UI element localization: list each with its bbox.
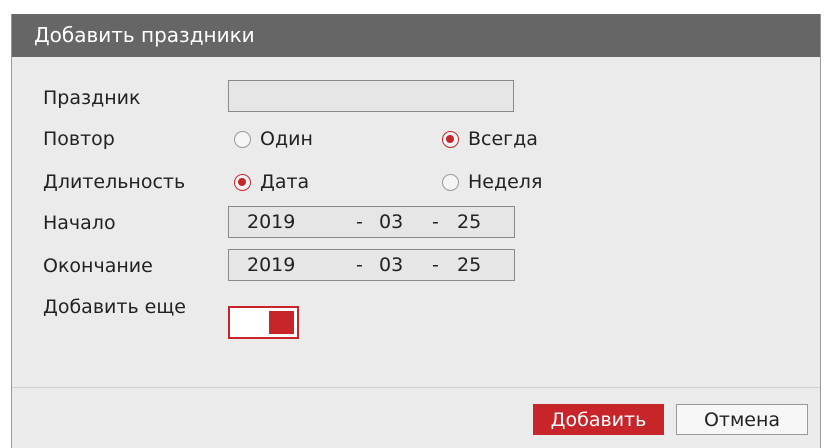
add-more-label: Добавить еще bbox=[43, 296, 186, 318]
end-year[interactable]: 2019 bbox=[247, 254, 295, 276]
cancel-button[interactable]: Отмена bbox=[676, 404, 808, 435]
end-separator-1: - bbox=[356, 254, 363, 276]
duration-date-label: Дата bbox=[260, 171, 310, 193]
repeat-always-radio[interactable]: Всегда bbox=[442, 127, 538, 151]
start-separator-1: - bbox=[356, 211, 363, 233]
dialog-title: Добавить праздники bbox=[12, 14, 820, 57]
start-day[interactable]: 25 bbox=[457, 211, 481, 233]
start-label: Начало bbox=[43, 212, 116, 234]
radio-unchecked-icon bbox=[234, 130, 251, 148]
end-day[interactable]: 25 bbox=[457, 254, 481, 276]
holiday-name-input[interactable] bbox=[228, 80, 514, 112]
start-year[interactable]: 2019 bbox=[247, 211, 295, 233]
repeat-once-label: Один bbox=[260, 128, 313, 150]
footer-divider bbox=[12, 387, 820, 388]
duration-label: Длительность bbox=[43, 171, 186, 193]
holiday-label: Праздник bbox=[43, 87, 141, 109]
add-holiday-dialog: Добавить праздники Праздник Повтор Один … bbox=[11, 14, 821, 448]
radio-checked-icon bbox=[442, 130, 459, 148]
start-date-field[interactable]: 2019 - 03 - 25 bbox=[228, 206, 515, 238]
duration-week-radio[interactable]: Неделя bbox=[442, 170, 542, 194]
repeat-always-label: Всегда bbox=[468, 128, 538, 150]
end-label: Окончание bbox=[43, 255, 153, 277]
end-month[interactable]: 03 bbox=[379, 254, 403, 276]
start-month[interactable]: 03 bbox=[379, 211, 403, 233]
end-separator-2: - bbox=[432, 254, 439, 276]
add-more-toggle[interactable] bbox=[228, 306, 299, 339]
repeat-label: Повтор bbox=[43, 128, 115, 150]
start-separator-2: - bbox=[432, 211, 439, 233]
duration-week-label: Неделя bbox=[468, 171, 543, 193]
repeat-once-radio[interactable]: Один bbox=[234, 127, 313, 151]
radio-unchecked-icon bbox=[442, 173, 459, 191]
add-button[interactable]: Добавить bbox=[533, 404, 664, 435]
radio-checked-icon bbox=[234, 173, 251, 191]
duration-date-radio[interactable]: Дата bbox=[234, 170, 309, 194]
end-date-field[interactable]: 2019 - 03 - 25 bbox=[228, 249, 515, 281]
toggle-knob bbox=[269, 311, 294, 334]
